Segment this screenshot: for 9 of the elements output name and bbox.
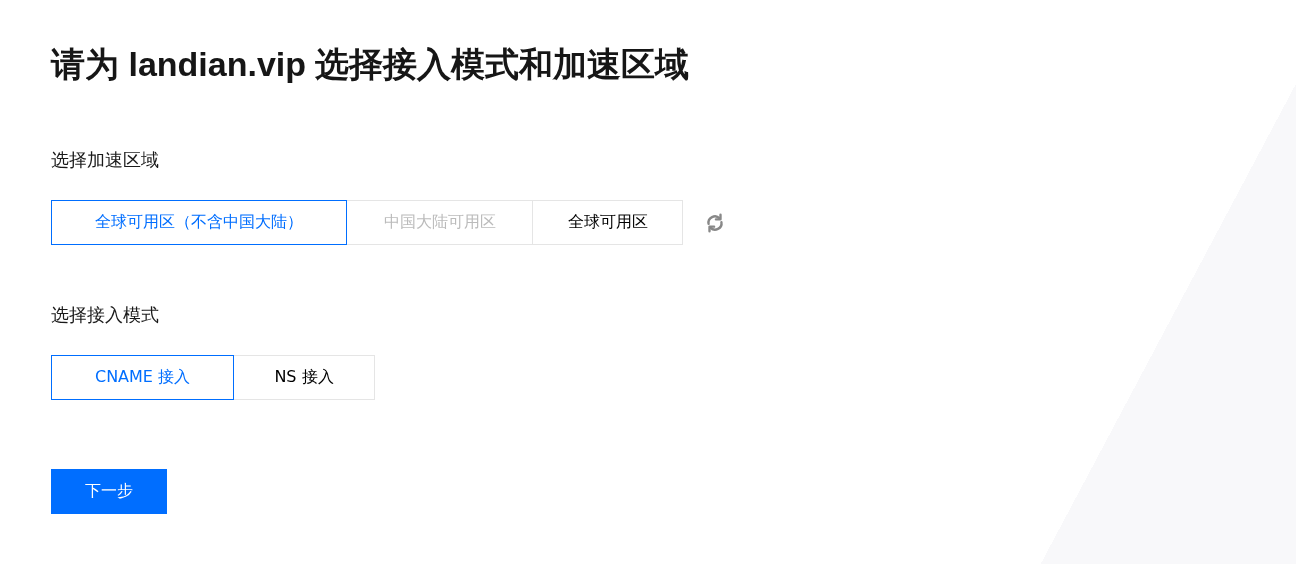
section-label: 选择接入模式: [51, 303, 160, 327]
region-option[interactable]: 全球可用区（不含中国大陆）: [51, 200, 347, 245]
mode-option[interactable]: NS 接入: [233, 355, 375, 400]
refresh-icon[interactable]: [704, 211, 726, 234]
region-option[interactable]: 全球可用区: [532, 200, 683, 245]
next-button[interactable]: 下一步: [51, 469, 167, 514]
section-label: 选择加速区域: [51, 148, 160, 172]
page-title: 请为 landian.vip 选择接入模式和加速区域: [51, 44, 691, 85]
mode-option[interactable]: CNAME 接入: [51, 355, 234, 400]
